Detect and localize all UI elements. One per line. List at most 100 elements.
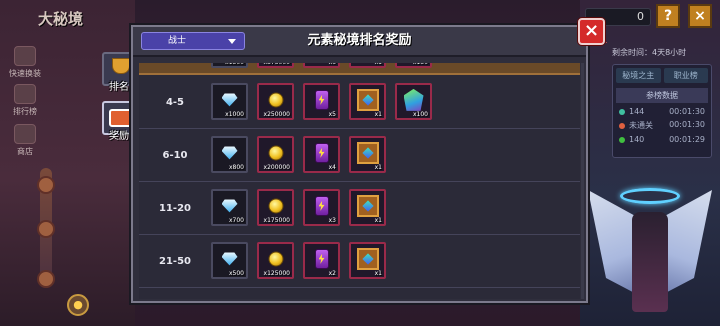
hero-figure <box>632 212 668 312</box>
track-node <box>37 176 55 194</box>
reward-slot[interactable]: x500 <box>211 242 248 279</box>
table-row: 11-20 x700 x175000 x3 x1 <box>139 183 580 235</box>
reward-slot[interactable]: x250000 <box>257 83 294 120</box>
reward-slot[interactable]: x125000 <box>257 242 294 279</box>
box-icon <box>356 247 379 270</box>
countdown-text: 剩余时间：4天8小时 <box>612 48 687 57</box>
reward-quantity: x5 <box>328 111 336 118</box>
box-icon <box>356 88 379 111</box>
table-row-partial: x1500 x375000 x6 x1 x150 <box>139 63 580 75</box>
stats-row: 未通关 00:01:30 <box>613 118 711 133</box>
reward-quantity: x1 <box>374 111 382 118</box>
stats-time: 00:01:29 <box>669 135 705 144</box>
reward-quantity: x375000 <box>264 63 290 66</box>
potion-icon <box>314 142 329 163</box>
scrollbar[interactable] <box>581 63 584 299</box>
reward-items: x1000 x250000 x5 x1 x100 <box>211 83 432 120</box>
reward-quantity: x175000 <box>263 217 290 224</box>
diamond-icon <box>221 146 238 160</box>
class-icon <box>619 136 625 143</box>
class-filter-dropdown[interactable]: 战士 <box>141 32 245 50</box>
rank-range: 21-50 <box>159 256 191 267</box>
reward-slot[interactable]: x1500 <box>211 63 248 68</box>
potion-icon <box>314 89 329 110</box>
reward-items: x500 x125000 x2 x1 <box>211 242 386 279</box>
tab-class-ranking[interactable]: 职业榜 <box>663 68 708 83</box>
track-node <box>37 220 55 238</box>
chevron-down-icon <box>228 39 236 44</box>
stats-header: 参榜数据 <box>616 88 708 103</box>
reward-slot[interactable]: x100 <box>395 83 432 120</box>
reward-items: x700 x175000 x3 x1 <box>211 189 386 226</box>
class-icon <box>619 122 625 129</box>
diamond-icon <box>221 252 238 266</box>
nav-quick-equip[interactable]: 快速换装 <box>4 46 46 79</box>
class-filter-value: 战士 <box>168 36 187 46</box>
shop-icon <box>14 124 36 144</box>
close-button[interactable]: × <box>578 18 605 45</box>
crystal-icon <box>403 88 424 111</box>
reward-slot[interactable]: x700 <box>211 189 248 226</box>
reward-quantity: x1 <box>374 217 382 224</box>
background-close-button[interactable]: × <box>688 4 712 28</box>
potion-icon <box>314 195 329 216</box>
chest-icon <box>109 109 133 127</box>
armor-icon <box>14 46 36 66</box>
rank-range: 11-20 <box>159 203 191 214</box>
nav-label: 排行榜 <box>13 107 37 116</box>
reward-slot[interactable]: x175000 <box>257 189 294 226</box>
reward-table[interactable]: x1500x375000x6x1x1504-5x1000x250000x5x1x… <box>139 63 580 299</box>
reward-slot[interactable]: x1000 <box>211 83 248 120</box>
reward-slot[interactable]: x4 <box>303 136 340 173</box>
reward-slot[interactable]: x1 <box>349 136 386 173</box>
reward-slot[interactable]: x375000 <box>257 63 294 68</box>
potion-icon <box>314 248 329 269</box>
reward-slot[interactable]: x2 <box>303 242 340 279</box>
reward-quantity: x100 <box>412 111 428 118</box>
ranking-stats-panel: 秘境之主 职业榜 参榜数据 144 00:01:30 未通关 00:01:30 … <box>612 64 712 158</box>
reward-slot[interactable]: x1 <box>349 63 386 68</box>
help-button[interactable]: ? <box>656 4 680 28</box>
game-title: 大秘境 <box>38 10 84 28</box>
coin-icon <box>268 198 283 214</box>
reward-dialog: 元素秘境排名奖励 战士 x1500 x375000 x6 x1 x150 4-5 x1000… <box>131 25 588 303</box>
nav-shop[interactable]: 商店 <box>4 124 46 157</box>
reward-slot[interactable]: x1 <box>349 242 386 279</box>
nav-label: 商店 <box>17 147 33 156</box>
hero-character <box>580 170 720 326</box>
reward-quantity: x1 <box>374 164 382 171</box>
reward-quantity: x500 <box>228 270 244 277</box>
nav-label: 快速换装 <box>9 69 41 78</box>
reward-slot[interactable]: x150 <box>395 63 432 68</box>
reward-items: x800 x200000 x4 x1 <box>211 136 386 173</box>
reward-quantity: x2 <box>328 270 336 277</box>
diamond-icon <box>221 199 238 213</box>
tab-realm-master[interactable]: 秘境之主 <box>616 68 661 83</box>
reward-quantity: x3 <box>328 217 336 224</box>
reward-quantity: x1 <box>374 270 382 277</box>
reward-quantity: x1000 <box>225 111 244 118</box>
halo <box>620 188 680 204</box>
reward-slot[interactable]: x1 <box>349 83 386 120</box>
rank-range: 4-5 <box>165 97 185 108</box>
reward-items: x1500 x375000 x6 x1 x150 <box>211 63 432 68</box>
reward-slot[interactable]: x3 <box>303 189 340 226</box>
nav-leaderboard[interactable]: 排行榜 <box>4 84 46 117</box>
reward-quantity: x200000 <box>263 164 290 171</box>
box-icon <box>356 141 379 164</box>
stats-row: 140 00:01:29 <box>613 133 711 146</box>
map-pin-icon[interactable]: ● <box>67 294 89 316</box>
reward-slot[interactable]: x200000 <box>257 136 294 173</box>
stats-time: 00:01:30 <box>669 107 705 116</box>
reward-slot[interactable]: x6 <box>303 63 340 68</box>
reward-slot[interactable]: x800 <box>211 136 248 173</box>
box-icon <box>356 194 379 217</box>
coin-icon <box>268 92 283 108</box>
stats-time: 00:01:30 <box>669 120 705 129</box>
reward-slot[interactable]: x1 <box>349 189 386 226</box>
reward-slot[interactable]: x5 <box>303 83 340 120</box>
stats-level: 未通关 <box>629 121 653 130</box>
stats-level: 140 <box>629 135 645 144</box>
coin-icon <box>268 251 283 267</box>
reward-quantity: x6 <box>329 63 336 66</box>
